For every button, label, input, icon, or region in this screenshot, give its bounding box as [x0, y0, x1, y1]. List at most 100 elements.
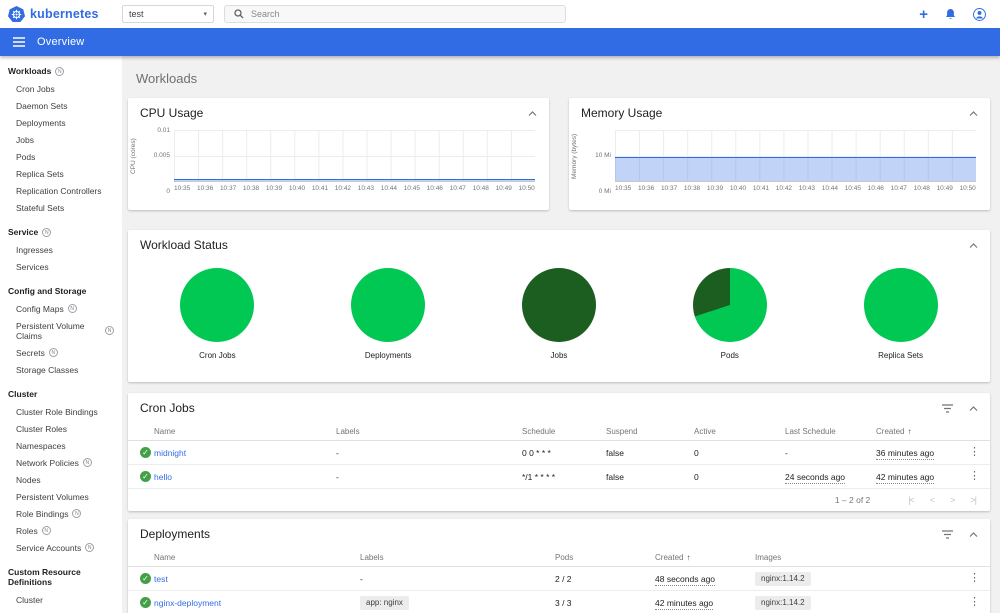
cpu-usage-card: CPU Usage CPU (cores) 0.01 0.005 0 10:35… — [128, 98, 549, 210]
column-header-pods[interactable]: Pods — [555, 553, 655, 562]
sidebar-item-secrets[interactable]: Secrets N — [0, 344, 122, 361]
sidebar-section-workloads[interactable]: Workloads N — [0, 62, 122, 80]
sidebar-item-cluster-roles[interactable]: Cluster Roles — [0, 420, 122, 437]
namespace-value: test — [129, 9, 144, 19]
search-bar[interactable] — [224, 5, 566, 23]
sidebar-item-pods[interactable]: Pods — [0, 148, 122, 165]
sidebar-item-persistent-volume-claims[interactable]: Persistent Volume Claims N — [0, 317, 122, 344]
sidebar-item-jobs[interactable]: Jobs — [0, 131, 122, 148]
row-menu-kebab-icon[interactable]: ⋮ — [969, 597, 990, 608]
column-header-last-schedule[interactable]: Last Schedule — [785, 427, 876, 436]
column-header-suspend[interactable]: Suspend — [606, 427, 694, 436]
sidebar-item-daemon-sets[interactable]: Daemon Sets — [0, 97, 122, 114]
column-header-name[interactable]: Name — [154, 427, 336, 436]
main-content: Workloads CPU Usage CPU (cores) 0.01 0.0… — [122, 56, 1000, 613]
column-header-name[interactable]: Name — [154, 553, 360, 562]
row-menu-kebab-icon[interactable]: ⋮ — [969, 447, 990, 458]
sidebar-item-roles[interactable]: Roles N — [0, 522, 122, 539]
x-axis-tick: 10:45 — [844, 185, 861, 192]
created-cell: 36 minutes ago — [876, 447, 935, 460]
notifications-bell-icon[interactable] — [945, 8, 956, 20]
sidebar-item-nodes[interactable]: Nodes — [0, 471, 122, 488]
namespace-select[interactable]: test ▾ — [122, 5, 214, 23]
search-input[interactable] — [251, 9, 556, 19]
table-pagination: 1 – 2 of 2 |< < > >| — [128, 489, 990, 511]
sort-asc-icon[interactable]: ↑ — [907, 427, 911, 436]
x-axis-tick: 10:40 — [729, 185, 747, 192]
sidebar-item-certificate[interactable]: Certificate — [0, 608, 122, 613]
status-ok-icon: ✓ — [140, 573, 151, 584]
card-title: CPU Usage — [140, 106, 204, 120]
resource-link[interactable]: midnight — [154, 448, 186, 458]
sidebar-section-cluster[interactable]: Cluster — [0, 385, 122, 403]
sidebar-section-config-and-storage[interactable]: Config and Storage — [0, 282, 122, 300]
create-resource-button[interactable]: + — [919, 7, 928, 22]
deployments-status-chart[interactable]: Deployments — [351, 268, 426, 360]
item-label: Service Accounts — [16, 542, 82, 553]
previous-page-button[interactable]: < — [930, 495, 935, 505]
sidebar-item-service-accounts[interactable]: Service Accounts N — [0, 539, 122, 556]
sidebar-item-namespaces[interactable]: Namespaces — [0, 437, 122, 454]
replica-sets-status-chart[interactable]: Replica Sets — [863, 268, 938, 360]
sidebar-item-role-bindings[interactable]: Role Bindings N — [0, 505, 122, 522]
column-header-schedule[interactable]: Schedule — [522, 427, 606, 436]
row-menu-kebab-icon[interactable]: ⋮ — [969, 573, 990, 584]
sidebar-item-cron-jobs[interactable]: Cron Jobs — [0, 80, 122, 97]
sidebar-item-ingresses[interactable]: Ingresses — [0, 241, 122, 258]
resource-link[interactable]: nginx-deployment — [154, 598, 221, 608]
sort-asc-icon[interactable]: ↑ — [686, 553, 690, 562]
pods-status-chart[interactable]: Pods — [692, 268, 767, 360]
sidebar-section-service[interactable]: Service N — [0, 223, 122, 241]
card-title: Workload Status — [140, 238, 228, 252]
collapse-chevron-icon[interactable] — [969, 110, 978, 116]
next-page-button[interactable]: > — [950, 495, 955, 505]
filter-icon[interactable] — [942, 529, 953, 539]
sidebar-item-replication-controllers[interactable]: Replication Controllers — [0, 182, 122, 199]
created-cell: 42 minutes ago — [876, 471, 935, 484]
column-header-active[interactable]: Active — [694, 427, 785, 436]
x-axis-tick: 10:38 — [242, 185, 260, 192]
column-header-created[interactable]: Created ↑ — [655, 553, 755, 562]
sidebar-item-stateful-sets[interactable]: Stateful Sets — [0, 199, 122, 216]
cpu-plot-area — [174, 130, 535, 182]
collapse-chevron-icon[interactable] — [969, 405, 978, 411]
y-tick: 0.005 — [153, 152, 170, 159]
collapse-chevron-icon[interactable] — [969, 531, 978, 537]
x-axis-tick: 10:44 — [380, 185, 397, 192]
hamburger-menu-icon[interactable] — [13, 37, 25, 47]
column-header-labels[interactable]: Labels — [360, 553, 555, 562]
sidebar-item-deployments[interactable]: Deployments — [0, 114, 122, 131]
last-page-button[interactable]: >| — [970, 495, 977, 505]
x-axis-tick: 10:39 — [265, 185, 283, 192]
user-profile-icon[interactable] — [973, 7, 986, 21]
item-label: Config Maps — [16, 303, 64, 314]
cpu-usage-area — [174, 178, 535, 181]
x-axis-tick: 10:44 — [821, 185, 838, 192]
resource-link[interactable]: test — [154, 574, 168, 584]
sidebar-item-crd-cluster[interactable]: Cluster — [0, 591, 122, 608]
x-axis-tick: 10:40 — [288, 185, 306, 192]
cron-jobs-status-chart[interactable]: Cron Jobs — [180, 268, 255, 360]
namespaced-badge-icon: N — [67, 304, 77, 313]
column-header-images[interactable]: Images — [755, 553, 955, 562]
filter-icon[interactable] — [942, 403, 953, 413]
jobs-status-chart[interactable]: Jobs — [521, 268, 596, 360]
sidebar-item-config-maps[interactable]: Config Maps N — [0, 300, 122, 317]
sidebar-item-network-policies[interactable]: Network Policies N — [0, 454, 122, 471]
row-menu-kebab-icon[interactable]: ⋮ — [969, 471, 990, 482]
collapse-chevron-icon[interactable] — [969, 242, 978, 248]
sidebar-item-cluster-role-bindings[interactable]: Cluster Role Bindings — [0, 403, 122, 420]
sidebar-item-services[interactable]: Services — [0, 258, 122, 275]
collapse-chevron-icon[interactable] — [528, 110, 537, 116]
column-header-created[interactable]: Created ↑ — [876, 427, 955, 436]
chart-label: Pods — [720, 351, 739, 360]
kubernetes-logo[interactable]: kubernetes — [8, 6, 122, 22]
first-page-button[interactable]: |< — [908, 495, 915, 505]
sidebar-item-replica-sets[interactable]: Replica Sets — [0, 165, 122, 182]
sidebar-item-persistent-volumes[interactable]: Persistent Volumes — [0, 488, 122, 505]
sidebar-item-storage-classes[interactable]: Storage Classes — [0, 361, 122, 378]
column-header-labels[interactable]: Labels — [336, 427, 522, 436]
status-ok-icon: ✓ — [140, 471, 151, 482]
resource-link[interactable]: hello — [154, 472, 172, 482]
sidebar-section-custom-resource-definitions[interactable]: Custom Resource Definitions — [0, 563, 122, 591]
